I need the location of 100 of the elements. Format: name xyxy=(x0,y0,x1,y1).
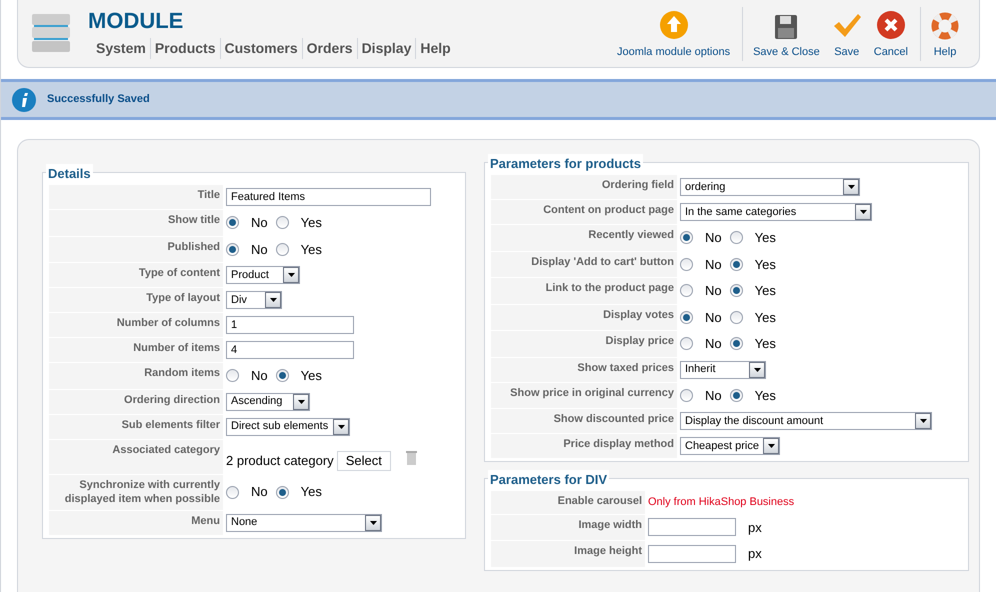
field-label: Show discounted price xyxy=(491,409,677,433)
select-button[interactable]: Select xyxy=(336,450,391,470)
toolbar-button[interactable]: Save & Close xyxy=(742,6,826,60)
radio-button[interactable] xyxy=(730,388,743,402)
unit-label: px xyxy=(748,518,762,537)
field-label: Number of items xyxy=(49,338,223,362)
dropdown[interactable]: Ascending xyxy=(226,392,310,410)
toolbar-button[interactable]: Cancel xyxy=(868,6,914,60)
field-label: Ordering field xyxy=(491,175,677,199)
text-field[interactable] xyxy=(648,544,736,563)
field-label: Display 'Add to cart' button xyxy=(491,252,677,277)
radio-label: No xyxy=(705,335,722,353)
unit-label: px xyxy=(748,545,762,563)
field-label: Display votes xyxy=(491,304,677,330)
availability-note: Only from HikaShop Business xyxy=(648,495,794,510)
dropdown[interactable]: Display the discount amount xyxy=(680,412,932,430)
menu-link[interactable]: Products xyxy=(150,38,220,59)
radio-button[interactable] xyxy=(226,486,239,498)
radio-button[interactable] xyxy=(276,242,289,256)
field-label: Random items xyxy=(49,363,223,388)
field-label: Price display method xyxy=(491,434,677,458)
field-label: Link to the product page xyxy=(491,278,677,304)
radio-label: No xyxy=(251,214,268,232)
radio-label: Yes xyxy=(754,229,776,247)
field-label: Number of columns xyxy=(49,313,223,337)
radio-button[interactable] xyxy=(730,231,743,244)
radio-label: Yes xyxy=(300,240,322,258)
radio-button[interactable] xyxy=(730,258,743,271)
radio-label: No xyxy=(705,256,722,274)
field-label: Menu xyxy=(49,510,223,534)
info-icon xyxy=(12,88,36,112)
radio-label: Yes xyxy=(754,386,776,404)
field-label: Show title xyxy=(49,210,223,236)
field-label: Published xyxy=(49,236,223,262)
field-label: Recently viewed xyxy=(491,225,677,250)
field-label: Type of content xyxy=(49,263,223,287)
radio-button[interactable] xyxy=(226,216,239,230)
field-label: Type of layout xyxy=(49,288,223,312)
close-icon xyxy=(876,10,906,40)
category-count: 2 product category xyxy=(226,452,334,470)
upload-icon xyxy=(658,10,689,40)
radio-button[interactable] xyxy=(226,369,239,382)
toolbar-button[interactable]: Joomla module options xyxy=(610,6,736,60)
text-field[interactable]: 1 xyxy=(226,316,354,334)
radio-button[interactable] xyxy=(276,486,289,498)
radio-label: Yes xyxy=(754,256,776,274)
menu-link[interactable]: System xyxy=(92,38,150,59)
radio-label: Yes xyxy=(754,308,776,326)
menu-link[interactable]: Help xyxy=(415,38,455,59)
dropdown[interactable]: Cheapest price xyxy=(680,437,780,455)
radio-button[interactable] xyxy=(730,337,743,350)
radio-label: No xyxy=(251,367,268,385)
radio-label: No xyxy=(251,240,268,258)
radio-button[interactable] xyxy=(680,310,693,324)
menu-link[interactable]: Customers xyxy=(220,38,302,59)
field-label: Content on product page xyxy=(491,200,677,224)
radio-label: No xyxy=(705,282,722,300)
trash-icon[interactable] xyxy=(406,450,417,464)
radio-button[interactable] xyxy=(680,388,693,402)
text-field[interactable]: 4 xyxy=(226,341,354,359)
dropdown[interactable]: None xyxy=(226,514,382,532)
field-label: Title xyxy=(49,185,223,209)
dropdown[interactable]: Div xyxy=(226,291,282,309)
radio-button[interactable] xyxy=(680,284,693,298)
dropdown[interactable]: In the same categories xyxy=(680,203,872,221)
page-title: MODULE xyxy=(88,8,184,34)
radio-label: No xyxy=(705,229,722,247)
text-field[interactable]: Featured Items xyxy=(226,188,431,206)
radio-button[interactable] xyxy=(730,284,743,298)
field-label: Display price xyxy=(491,331,677,356)
field-label: Ordering direction xyxy=(49,390,223,414)
menu-link[interactable]: Display xyxy=(356,38,416,59)
radio-button[interactable] xyxy=(680,258,693,271)
toolbar-button[interactable]: Help xyxy=(920,6,965,60)
radio-button[interactable] xyxy=(730,310,743,324)
radio-button[interactable] xyxy=(276,216,289,230)
radio-label: Yes xyxy=(300,214,322,232)
radio-button[interactable] xyxy=(680,231,693,244)
dropdown[interactable]: ordering xyxy=(680,178,860,196)
field-label: Associated category xyxy=(49,440,223,474)
radio-button[interactable] xyxy=(226,242,239,256)
field-label: Image height xyxy=(491,541,645,566)
menu-link[interactable]: Orders xyxy=(302,38,357,59)
field-label: Show taxed prices xyxy=(491,358,677,382)
dropdown[interactable]: Direct sub elements xyxy=(226,418,350,436)
radio-label: No xyxy=(705,386,722,404)
radio-label: Yes xyxy=(300,367,322,385)
toolbar-button[interactable]: Save xyxy=(826,6,868,60)
radio-label: Yes xyxy=(754,282,776,300)
field-label: Image width xyxy=(491,514,645,540)
radio-button[interactable] xyxy=(276,369,289,382)
field-label: Sub elements filter xyxy=(49,414,223,438)
field-label: Synchronize with currently displayed item when possible xyxy=(49,474,223,510)
radio-button[interactable] xyxy=(680,337,693,350)
radio-label: Yes xyxy=(300,483,322,502)
field-label: Show price in original currency xyxy=(491,382,677,408)
field-label: Enable carousel xyxy=(491,491,645,514)
text-field[interactable] xyxy=(648,518,736,536)
dropdown[interactable]: Product xyxy=(226,266,300,284)
dropdown[interactable]: Inherit xyxy=(680,360,766,378)
